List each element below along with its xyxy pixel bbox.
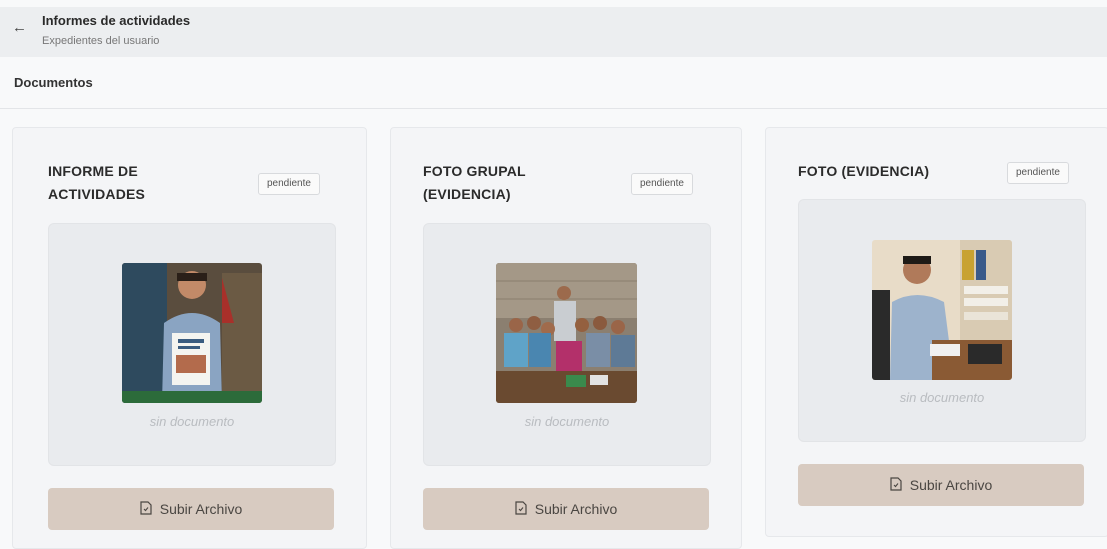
- section-title: Documentos: [14, 75, 93, 90]
- card-title-line1: FOTO (EVIDENCIA): [798, 163, 930, 179]
- header-bar: ← Informes de actividades Expedientes de…: [0, 7, 1107, 57]
- divider: [0, 108, 1107, 109]
- card-title: INFORME DE ACTIVIDADES: [48, 160, 145, 206]
- document-card-foto-evidencia: FOTO (EVIDENCIA) pendiente sin documento…: [765, 127, 1107, 537]
- back-arrow-icon[interactable]: ←: [12, 20, 28, 36]
- upload-file-button[interactable]: Subir Archivo: [48, 488, 334, 530]
- empty-state-text: sin documento: [524, 414, 610, 429]
- document-preview[interactable]: sin documento: [48, 223, 336, 466]
- upload-label: Subir Archivo: [534, 501, 618, 517]
- document-preview[interactable]: sin documento: [423, 223, 711, 466]
- empty-state-text: sin documento: [149, 414, 235, 429]
- thumbnail-image: [872, 240, 1012, 380]
- status-badge: pendiente: [1007, 162, 1069, 184]
- page-title: Informes de actividades: [42, 13, 191, 28]
- card-title-line2: (EVIDENCIA): [423, 186, 511, 202]
- status-badge: pendiente: [258, 173, 320, 195]
- document-card-informe: INFORME DE ACTIVIDADES pendiente sin doc…: [12, 127, 367, 549]
- card-title: FOTO GRUPAL (EVIDENCIA): [423, 160, 526, 206]
- card-title-line1: FOTO GRUPAL: [423, 163, 526, 179]
- card-title: FOTO (EVIDENCIA): [798, 160, 929, 183]
- upload-label: Subir Archivo: [909, 477, 993, 493]
- file-icon: [515, 500, 527, 518]
- document-card-foto-grupal: FOTO GRUPAL (EVIDENCIA) pendiente sin do…: [390, 127, 742, 549]
- thumbnail-image: [122, 263, 262, 403]
- file-icon: [890, 476, 902, 494]
- thumbnail-image: [496, 263, 637, 403]
- page-subtitle: Expedientes del usuario: [42, 35, 160, 47]
- card-title-line1: INFORME DE: [48, 163, 138, 179]
- upload-file-button[interactable]: Subir Archivo: [423, 488, 709, 530]
- upload-file-button[interactable]: Subir Archivo: [798, 464, 1084, 506]
- upload-label: Subir Archivo: [159, 501, 243, 517]
- file-icon: [140, 500, 152, 518]
- empty-state-text: sin documento: [899, 390, 985, 405]
- document-preview[interactable]: sin documento: [798, 199, 1086, 442]
- status-badge: pendiente: [631, 173, 693, 195]
- card-title-line2: ACTIVIDADES: [48, 186, 146, 202]
